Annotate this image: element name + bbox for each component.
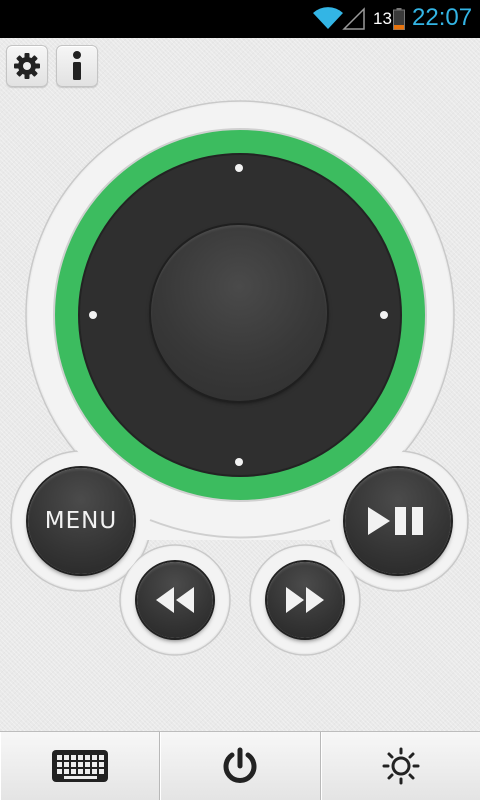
play-pause-icon (368, 507, 423, 535)
bottom-toolbar (0, 731, 480, 800)
keyboard-icon (52, 750, 109, 782)
menu-button[interactable]: MENU (28, 468, 134, 574)
play-pause-button[interactable] (345, 468, 451, 574)
rewind-button[interactable] (137, 562, 213, 638)
keyboard-button[interactable] (0, 732, 161, 800)
menu-button-label: MENU (44, 508, 118, 534)
dpad-right-button[interactable] (354, 285, 414, 345)
select-button[interactable] (151, 225, 327, 401)
brightness-button[interactable] (320, 732, 480, 800)
brightness-icon (382, 747, 420, 785)
fast-forward-button[interactable] (267, 562, 343, 638)
power-button[interactable] (160, 732, 321, 800)
power-icon (224, 747, 257, 783)
dpad-up-button[interactable] (209, 145, 269, 205)
rewind-icon (156, 587, 194, 613)
dpad-down-button[interactable] (209, 432, 269, 492)
dpad-left-button[interactable] (63, 285, 123, 345)
fast-forward-icon (286, 587, 324, 613)
